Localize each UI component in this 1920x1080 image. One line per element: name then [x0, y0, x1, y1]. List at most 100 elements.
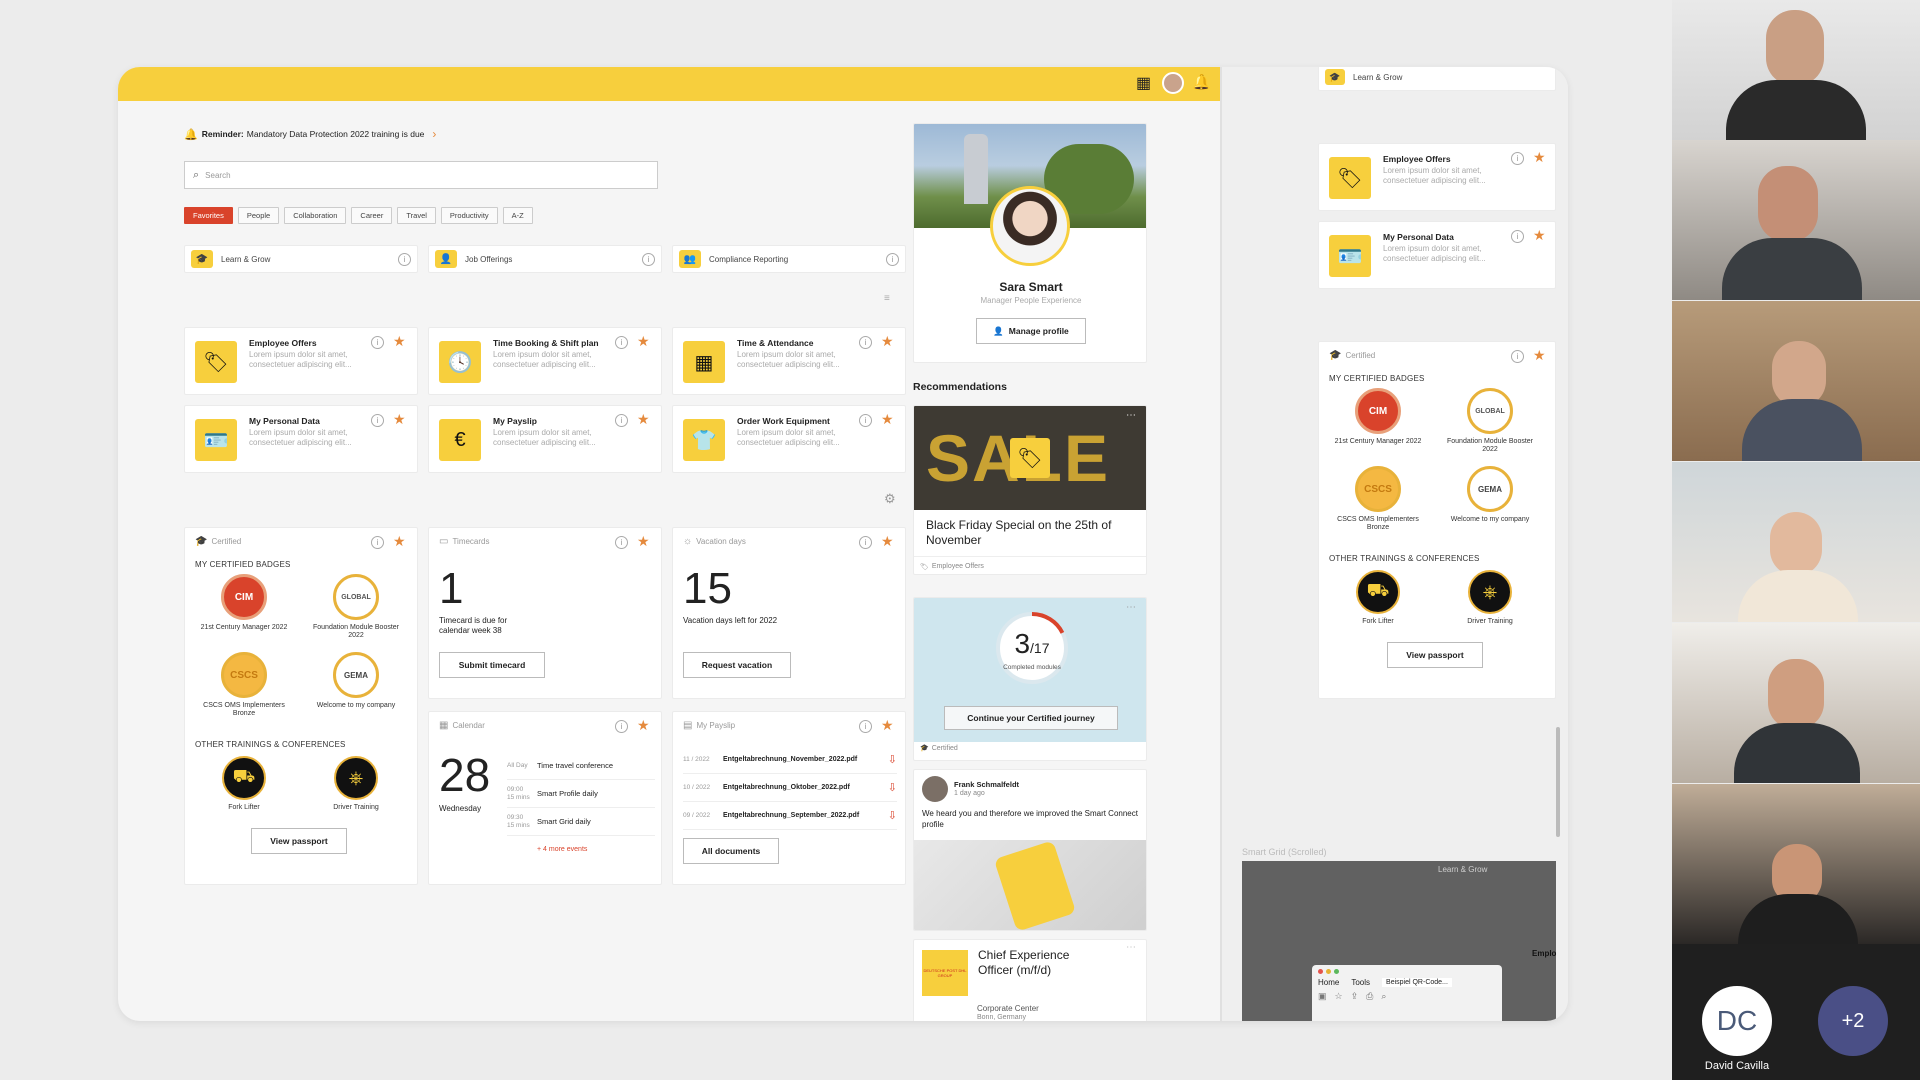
star-icon[interactable]: ★: [881, 533, 894, 550]
gear-icon[interactable]: ⚙: [884, 491, 896, 507]
upload-icon[interactable]: ⇪: [1351, 991, 1359, 1002]
info-icon[interactable]: i: [615, 414, 628, 427]
star-icon[interactable]: ☆: [1335, 991, 1343, 1002]
more-icon[interactable]: ⋯: [1126, 410, 1136, 421]
grid-icon[interactable]: ▦: [1136, 73, 1151, 93]
scrollbar[interactable]: [1556, 727, 1560, 837]
star-icon[interactable]: ★: [637, 333, 650, 350]
star-icon[interactable]: ★: [637, 411, 650, 428]
avatar[interactable]: [1162, 72, 1184, 94]
star-icon[interactable]: ★: [881, 333, 894, 350]
app-tile-my-payslip[interactable]: € My Payslip Lorem ipsum dolor sit amet,…: [428, 405, 662, 473]
app-tile-employee-offers[interactable]: 🏷 Employee Offers Lorem ipsum dolor sit …: [1318, 143, 1556, 211]
more-icon[interactable]: ⋯: [1126, 602, 1136, 613]
star-icon[interactable]: ★: [393, 333, 406, 350]
quicklink-learn-grow[interactable]: 🎓 Learn & Grow i: [184, 245, 418, 273]
browser-tab[interactable]: Beispiel QR-Code...: [1382, 978, 1452, 987]
badge-item[interactable]: CIM 21st Century Manager 2022: [1333, 388, 1423, 446]
star-icon[interactable]: ★: [1533, 149, 1546, 166]
payslip-item[interactable]: 10 / 2022 Entgeltabrechnung_Oktober_2022…: [683, 774, 897, 802]
participant-video[interactable]: [1672, 784, 1920, 944]
app-tile-time-booking[interactable]: 🕓 Time Booking & Shift plan Lorem ipsum …: [428, 327, 662, 395]
more-events-link[interactable]: + 4 more events: [507, 846, 655, 853]
info-icon[interactable]: i: [615, 336, 628, 349]
participant-video[interactable]: [1672, 0, 1920, 160]
avatar[interactable]: [990, 186, 1070, 266]
post-card[interactable]: Frank Schmalfeldt 1 day ago We heard you…: [913, 769, 1147, 931]
star-icon[interactable]: ★: [1533, 347, 1546, 364]
badge-item[interactable]: CIM 21st Century Manager 2022: [199, 574, 289, 632]
maximize-dot[interactable]: [1334, 969, 1339, 974]
manage-profile-button[interactable]: 👤 Manage profile: [976, 318, 1086, 344]
star-icon[interactable]: ★: [1533, 227, 1546, 244]
submit-timecard-button[interactable]: Submit timecard: [439, 652, 545, 678]
info-icon[interactable]: i: [615, 720, 628, 733]
download-icon[interactable]: ⇩: [888, 781, 897, 794]
star-icon[interactable]: ★: [881, 717, 894, 734]
tab-career[interactable]: Career: [351, 207, 393, 224]
training-item[interactable]: ⎈ Driver Training: [311, 756, 401, 812]
bell-icon[interactable]: 🔔: [1192, 73, 1211, 91]
list-view-icon[interactable]: ≡: [884, 293, 890, 304]
badge-item[interactable]: GLOBAL Foundation Module Booster 2022: [311, 574, 401, 640]
print-icon[interactable]: ⎙: [1366, 991, 1373, 1002]
reminder[interactable]: 🔔 Reminder: Mandatory Data Protection 20…: [184, 127, 436, 141]
badge-item[interactable]: GLOBAL Foundation Module Booster 2022: [1445, 388, 1535, 454]
tab-favorites[interactable]: Favorites: [184, 207, 233, 224]
sale-card[interactable]: SALE 🏷 ⋯ Black Friday Special on the 25t…: [913, 405, 1147, 575]
view-passport-button[interactable]: View passport: [251, 828, 347, 854]
app-tile-personal-data[interactable]: 🪪 My Personal Data Lorem ipsum dolor sit…: [1318, 221, 1556, 289]
info-icon[interactable]: i: [1511, 230, 1524, 243]
info-icon[interactable]: i: [1511, 152, 1524, 165]
tab-collaboration[interactable]: Collaboration: [284, 207, 347, 224]
all-documents-button[interactable]: All documents: [683, 838, 779, 864]
info-icon[interactable]: i: [371, 336, 384, 349]
badge-item[interactable]: CSCS CSCS OMS Implementers Bronze: [1333, 466, 1423, 532]
badge-item[interactable]: GEMA Welcome to my company: [311, 652, 401, 710]
save-icon[interactable]: ▣: [1318, 991, 1327, 1002]
info-icon[interactable]: i: [371, 414, 384, 427]
participant-video[interactable]: [1672, 140, 1920, 300]
info-icon[interactable]: i: [398, 252, 411, 266]
star-icon[interactable]: ★: [637, 533, 650, 550]
quicklink-compliance-reporting[interactable]: 👥 Compliance Reporting i: [672, 245, 906, 273]
star-icon[interactable]: ★: [393, 533, 406, 550]
event-item[interactable]: 09:00 15 mins Smart Profile daily: [507, 780, 655, 808]
event-item[interactable]: All Day Time travel conference: [507, 752, 655, 780]
star-icon[interactable]: ★: [881, 411, 894, 428]
info-icon[interactable]: i: [859, 414, 872, 427]
event-item[interactable]: 09:30 15 mins Smart Grid daily: [507, 808, 655, 836]
info-icon[interactable]: i: [615, 536, 628, 549]
zoom-icon[interactable]: ⌕: [1381, 991, 1386, 1002]
minimize-dot[interactable]: [1326, 969, 1331, 974]
info-icon[interactable]: i: [859, 720, 872, 733]
payslip-item[interactable]: 11 / 2022 Entgeltabrechnung_November_202…: [683, 746, 897, 774]
continue-journey-button[interactable]: Continue your Certified journey: [944, 706, 1118, 730]
quicklink-job-offerings[interactable]: 👤 Job Offerings i: [428, 245, 662, 273]
more-icon[interactable]: ⋯: [1126, 942, 1136, 953]
progress-card[interactable]: 3/17 Completed modules Continue your Cer…: [913, 597, 1147, 761]
download-icon[interactable]: ⇩: [888, 809, 897, 822]
menu-tools[interactable]: Tools: [1351, 978, 1370, 987]
info-icon[interactable]: i: [859, 336, 872, 349]
participant-video[interactable]: [1672, 623, 1920, 783]
quicklink-learn-grow[interactable]: 🎓 Learn & Grow: [1318, 67, 1556, 91]
badge-item[interactable]: GEMA Welcome to my company: [1445, 466, 1535, 524]
tab-a-z[interactable]: A-Z: [502, 207, 533, 224]
training-item[interactable]: ⛟ Fork Lifter: [199, 756, 289, 812]
training-item[interactable]: ⎈ Driver Training: [1445, 570, 1535, 626]
search-input[interactable]: ⌕ Search: [184, 161, 658, 189]
participant-video[interactable]: [1672, 301, 1920, 461]
request-vacation-button[interactable]: Request vacation: [683, 652, 791, 678]
info-icon[interactable]: i: [886, 252, 899, 266]
app-tile-employee-offers[interactable]: 🏷 Employee Offers Lorem ipsum dolor sit …: [184, 327, 418, 395]
star-icon[interactable]: ★: [637, 717, 650, 734]
info-icon[interactable]: i: [859, 536, 872, 549]
view-passport-button[interactable]: View passport: [1387, 642, 1483, 668]
info-icon[interactable]: i: [642, 252, 655, 266]
payslip-item[interactable]: 09 / 2022 Entgeltabrechnung_September_20…: [683, 802, 897, 830]
star-icon[interactable]: ★: [393, 411, 406, 428]
tab-travel[interactable]: Travel: [397, 207, 436, 224]
badge-item[interactable]: CSCS CSCS OMS Implementers Bronze: [199, 652, 289, 718]
tab-people[interactable]: People: [237, 207, 280, 224]
